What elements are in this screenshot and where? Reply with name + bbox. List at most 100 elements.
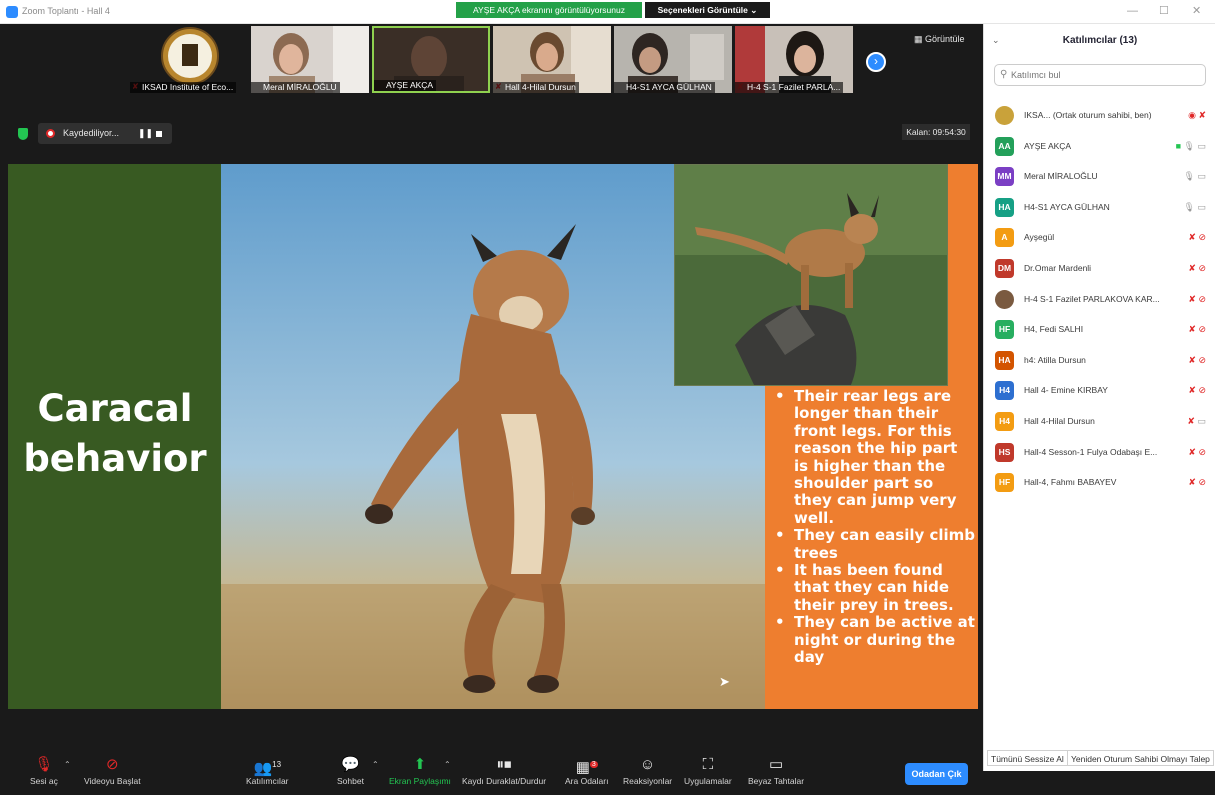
share-screen-label: Ekran Paylaşımı	[389, 776, 451, 786]
unmute-button[interactable]: 🎙 Sesi aç	[30, 757, 58, 787]
video-off-icon: ⊘	[1198, 385, 1206, 396]
avatar: HS	[995, 442, 1014, 462]
close-button[interactable]: ✕	[1192, 5, 1201, 17]
remaining-time: Kalan: 09:54:30	[902, 124, 970, 140]
video-icon: ▭	[1197, 201, 1206, 212]
pause-record-button[interactable]: ⏸⏹ Kaydı Duraklat/Durdur	[462, 757, 547, 787]
participant-status-icons: ✘ ▭	[1187, 415, 1206, 427]
meeting-area: ✘ IKSAD Institute of Eco... Meral MİRALO…	[0, 24, 983, 795]
participant-status-icons: ✘ ⊘	[1188, 231, 1206, 243]
leave-meeting-button[interactable]: Odadan Çık	[905, 763, 968, 785]
participant-name: Hall 4- Emine KIRBAY	[1024, 385, 1108, 396]
apps-button[interactable]: ⛶ Uygulamalar	[684, 757, 732, 787]
mute-all-button[interactable]: Tümünü Sessize Al	[987, 750, 1068, 766]
unmute-label: Sesi aç	[30, 776, 58, 786]
mic-muted-icon: ✘	[1198, 110, 1206, 120]
recording-label: Kaydediliyor...	[63, 128, 120, 138]
share-screen-button[interactable]: ⬆ Ekran Paylaşımı	[389, 757, 451, 787]
participant-status-icons: ✘ ⊘	[1188, 262, 1206, 274]
avatar: A	[995, 228, 1014, 248]
gallery-next-button[interactable]: ›	[866, 52, 886, 72]
mic-muted-icon: ✘	[1188, 385, 1196, 396]
video-thumbnail[interactable]: Meral MİRALOĞLU	[251, 26, 369, 93]
audio-options-chevron-icon[interactable]: ⌃	[64, 760, 71, 769]
participant-row[interactable]: HA H4-S1 AYCA GÜLHAN 🎙 ▭	[984, 193, 1215, 223]
video-thumbnail[interactable]: H4-S1 AYCA GÜLHAN	[614, 26, 732, 93]
participant-row[interactable]: H4 Hall 4-Hilal Dursun ✘ ▭	[984, 407, 1215, 437]
screen-share-status-banner: AYŞE AKÇA ekranını görüntülüyorsunuz	[456, 2, 642, 18]
pause-record-label: Kaydı Duraklat/Durdur	[462, 776, 547, 786]
avatar: AA	[995, 136, 1014, 156]
participant-status-icons: 🎙 ▭	[1184, 170, 1206, 182]
encryption-shield-icon[interactable]	[18, 128, 28, 140]
video-thumbnail[interactable]: ✘ Hall 4-Hilal Dursun	[493, 26, 611, 93]
mic-muted-icon: ✘	[1188, 446, 1196, 457]
view-label: Görüntüle	[925, 34, 965, 44]
participant-row[interactable]: AA AYŞE AKÇA ■ 🎙 ▭	[984, 132, 1215, 162]
participant-row[interactable]: HF Hall-4, Fahmı BABAYEV ✘ ⊘	[984, 468, 1215, 498]
whiteboards-button[interactable]: ▭ Beyaz Tahtalar	[748, 757, 804, 787]
video-thumbnail[interactable]: ✘ H-4 S-1 Fazilet PARLA...	[735, 26, 853, 93]
reclaim-host-button[interactable]: Yeniden Oturum Sahibi Olmayı Talep	[1067, 750, 1214, 766]
participant-row[interactable]: MM Meral MİRALOĞLU 🎙 ▭	[984, 162, 1215, 192]
chat-options-chevron-icon[interactable]: ⌃	[372, 760, 379, 769]
video-thumbnail[interactable]: ✘ IKSAD Institute of Eco...	[130, 26, 248, 93]
participant-name: H4-S1 AYCA GÜLHAN	[1024, 201, 1110, 212]
view-button[interactable]: ▦ Görüntüle	[914, 34, 965, 45]
participants-panel: ⌄ Katılımcılar (13) ⚲ IKSA... (Ortak otu…	[983, 24, 1215, 771]
shared-slide: Caracal behavior • Their rear legs are l…	[8, 164, 978, 709]
stop-recording-button[interactable]	[156, 131, 162, 137]
slide-bullet: They can easily climb trees	[770, 527, 976, 562]
search-input[interactable]	[1011, 67, 1201, 83]
mic-muted-icon: ✘	[1188, 263, 1196, 273]
participant-status-icons: ■ 🎙 ▭	[1176, 140, 1206, 152]
screen-share-icon: ■	[1175, 140, 1182, 151]
participant-status-icons: ✘ ⊘	[1188, 354, 1206, 366]
slide-bullet-list: Their rear legs are longer than their fr…	[770, 387, 976, 667]
pause-recording-button[interactable]: ❚❚	[138, 128, 153, 139]
participant-row[interactable]: DM Dr.Omar Mardenli ✘ ⊘	[984, 254, 1215, 284]
participant-name: Meral MİRALOĞLU	[251, 82, 340, 93]
breakout-rooms-button[interactable]: ▦ 3 Ara Odaları	[565, 757, 608, 787]
participant-row[interactable]: IKSA... (Ortak oturum sahibi, ben) ◉ ✘	[984, 101, 1215, 131]
participant-row[interactable]: HF H4, Fedi SALHI ✘ ⊘	[984, 315, 1215, 345]
participant-row[interactable]: A Ayşegül ✘ ⊘	[984, 223, 1215, 253]
view-options-button[interactable]: Seçenekleri Görüntüle ⌄	[645, 2, 770, 18]
start-video-button[interactable]: ⊘ Videoyu Başlat	[84, 757, 141, 787]
mic-muted-icon: ✘	[1188, 232, 1196, 243]
maximize-button[interactable]: ☐	[1159, 5, 1169, 17]
breakout-badge: 3	[589, 761, 598, 768]
window-title: Zoom Toplantı - Hall 4	[22, 6, 110, 16]
chat-label: Sohbet	[337, 776, 364, 786]
participant-row[interactable]: H4 Hall 4- Emine KIRBAY ✘ ⊘	[984, 376, 1215, 406]
participant-name: AYŞE AKÇA	[374, 80, 437, 91]
zoom-logo-icon	[6, 6, 18, 18]
mic-muted-icon: ✘	[1188, 293, 1196, 304]
avatar: HF	[995, 473, 1014, 493]
participant-name: H-4 S-1 Fazilet PARLAKOVA KAR...	[1024, 293, 1160, 304]
participant-status-icons: ✘ ⊘	[1188, 323, 1206, 335]
minimize-button[interactable]: —	[1127, 5, 1138, 17]
video-thumbnail-active[interactable]: AYŞE AKÇA	[372, 26, 490, 93]
participant-row[interactable]: HA h4: Atilla Dursun ✘ ⊘	[984, 346, 1215, 376]
participant-row[interactable]: H-4 S-1 Fazilet PARLAKOVA KAR... ✘ ⊘	[984, 285, 1215, 315]
avatar: DM	[995, 259, 1014, 278]
participant-search[interactable]: ⚲	[994, 64, 1206, 86]
mic-muted-icon: ✘	[1188, 354, 1196, 365]
mic-muted-icon: ✘	[1188, 324, 1196, 335]
reactions-button[interactable]: ☺ Reaksiyonlar	[623, 757, 673, 787]
participant-name: Meral MİRALOĞLU	[1024, 171, 1098, 182]
share-options-chevron-icon[interactable]: ⌃	[444, 760, 451, 769]
apps-label: Uygulamalar	[684, 776, 732, 786]
avatar: HF	[995, 320, 1014, 340]
reactions-label: Reaksiyonlar	[623, 776, 673, 786]
search-icon: ⚲	[1000, 69, 1008, 80]
participants-button[interactable]: 👥13 Katılımcılar	[246, 757, 289, 786]
participant-name: Hall-4 Sesson-1 Fulya Odabaşı E...	[1024, 446, 1158, 457]
chat-button[interactable]: 💬 Sohbet	[337, 757, 364, 787]
participant-name: H-4 S-1 Fazilet PARLA...	[735, 82, 844, 93]
mic-muted-icon: ✘	[1187, 416, 1195, 426]
avatar: HA	[995, 197, 1014, 217]
avatar	[995, 106, 1014, 125]
participant-row[interactable]: HS Hall-4 Sesson-1 Fulya Odabaşı E... ✘ ⊘	[984, 438, 1215, 468]
